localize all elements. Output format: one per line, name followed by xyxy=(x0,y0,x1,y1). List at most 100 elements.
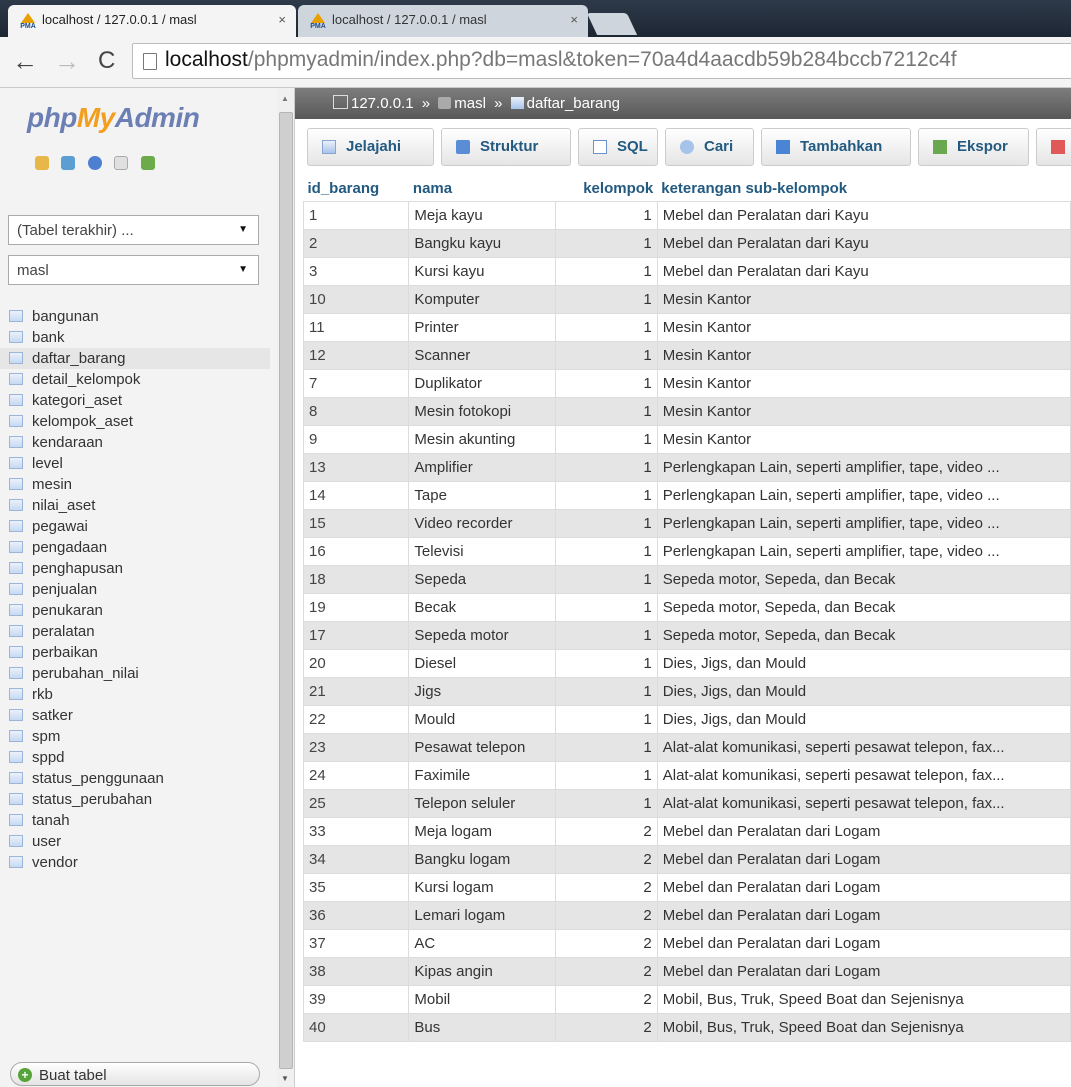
sidebar-table-label[interactable]: level xyxy=(32,455,63,472)
table-row[interactable]: 40 Bus 2 Mobil, Bus, Truk, Speed Boat dan S… xyxy=(302,1013,1071,1042)
cell-keterangan[interactable]: Dies, Jigs, dan Mould xyxy=(656,705,1071,734)
sidebar-table-level[interactable]: level xyxy=(0,453,270,474)
cell-id-barang[interactable]: 40 xyxy=(302,1013,410,1042)
documentation-icon[interactable] xyxy=(114,155,129,170)
cell-keterangan[interactable]: Mebel dan Peralatan dari Logam xyxy=(656,901,1071,930)
recent-tables-select[interactable]: (Tabel terakhir) ... ▼ xyxy=(8,215,259,245)
sidebar-table-label[interactable]: status_perubahan xyxy=(32,791,152,808)
table-icon[interactable] xyxy=(9,520,23,532)
cell-id-barang[interactable]: 39 xyxy=(302,985,410,1014)
cell-id-barang[interactable]: 36 xyxy=(302,901,410,930)
table-row[interactable]: 23 Pesawat telepon 1 Alat-alat komunikasi, … xyxy=(302,733,1071,762)
table-row[interactable]: 13 Amplifier 1 Perlengkapan Lain, seperti a… xyxy=(302,453,1071,482)
cell-id-barang[interactable]: 25 xyxy=(302,789,410,818)
cell-nama[interactable]: Becak xyxy=(408,593,556,622)
table-icon[interactable] xyxy=(9,793,23,805)
cell-keterangan[interactable]: Mesin Kantor xyxy=(656,313,1071,342)
table-row[interactable]: 20 Diesel 1 Dies, Jigs, dan Mould xyxy=(302,649,1071,678)
cell-id-barang[interactable]: 16 xyxy=(302,537,410,566)
table-row[interactable]: 12 Scanner 1 Mesin Kantor xyxy=(302,341,1071,370)
cell-id-barang[interactable]: 17 xyxy=(302,621,410,650)
cell-keterangan[interactable]: Mobil, Bus, Truk, Speed Boat dan Sejenis… xyxy=(656,985,1071,1014)
cell-keterangan[interactable]: Mesin Kantor xyxy=(656,285,1071,314)
table-icon[interactable] xyxy=(9,478,23,490)
cell-keterangan[interactable]: Sepeda motor, Sepeda, dan Becak xyxy=(656,621,1071,650)
sidebar-table-sppd[interactable]: sppd xyxy=(0,747,270,768)
sidebar-table-spm[interactable]: spm xyxy=(0,726,270,747)
table-icon[interactable] xyxy=(9,751,23,763)
sidebar-table-status-perubahan[interactable]: status_perubahan xyxy=(0,789,270,810)
scroll-up-icon[interactable]: ▲ xyxy=(281,94,289,103)
cell-nama[interactable]: Video recorder xyxy=(408,509,556,538)
cell-kelompok[interactable]: 1 xyxy=(555,593,658,622)
cell-keterangan[interactable]: Mesin Kantor xyxy=(656,397,1071,426)
sidebar-table-label[interactable]: daftar_barang xyxy=(32,350,125,367)
cell-keterangan[interactable]: Mesin Kantor xyxy=(656,425,1071,454)
cell-nama[interactable]: Pesawat telepon xyxy=(408,733,556,762)
cell-id-barang[interactable]: 37 xyxy=(302,929,410,958)
cell-kelompok[interactable]: 1 xyxy=(555,201,658,230)
cell-keterangan[interactable]: Mebel dan Peralatan dari Kayu xyxy=(656,229,1071,258)
sidebar-table-tanah[interactable]: tanah xyxy=(0,810,270,831)
table-icon[interactable] xyxy=(9,604,23,616)
table-icon[interactable] xyxy=(9,415,23,427)
cell-keterangan[interactable]: Mesin Kantor xyxy=(656,369,1071,398)
table-row[interactable]: 17 Sepeda motor 1 Sepeda motor, Sepeda, dan… xyxy=(302,621,1071,650)
cell-keterangan[interactable]: Mobil, Bus, Truk, Speed Boat dan Sejenis… xyxy=(656,1013,1071,1042)
sidebar-table-status-penggunaan[interactable]: status_penggunaan xyxy=(0,768,270,789)
cell-id-barang[interactable]: 12 xyxy=(302,341,410,370)
tab-search[interactable]: Cari xyxy=(665,128,754,166)
sidebar-table-kategori-aset[interactable]: kategori_aset xyxy=(0,390,270,411)
table-icon[interactable] xyxy=(9,499,23,511)
cell-id-barang[interactable]: 8 xyxy=(302,397,410,426)
table-icon[interactable] xyxy=(9,436,23,448)
table-row[interactable]: 1 Meja kayu 1 Mebel dan Peralatan dari Kayu xyxy=(302,201,1071,230)
sidebar-table-peralatan[interactable]: peralatan xyxy=(0,621,270,642)
close-tab-icon[interactable]: × xyxy=(278,12,286,27)
cell-id-barang[interactable]: 20 xyxy=(302,649,410,678)
sidebar-table-label[interactable]: peralatan xyxy=(32,623,95,640)
table-icon[interactable] xyxy=(9,562,23,574)
sidebar-table-pegawai[interactable]: pegawai xyxy=(0,516,270,537)
cell-keterangan[interactable]: Perlengkapan Lain, seperti amplifier, ta… xyxy=(656,481,1071,510)
column-header-kelompok[interactable]: kelompok xyxy=(555,175,658,202)
cell-keterangan[interactable]: Perlengkapan Lain, seperti amplifier, ta… xyxy=(656,453,1071,482)
sidebar-table-detail-kelompok[interactable]: detail_kelompok xyxy=(0,369,270,390)
sidebar-table-bank[interactable]: bank xyxy=(0,327,270,348)
cell-id-barang[interactable]: 24 xyxy=(302,761,410,790)
cell-kelompok[interactable]: 1 xyxy=(555,621,658,650)
browser-tab-2[interactable]: PMA localhost / 127.0.0.1 / masl × xyxy=(298,5,588,37)
sidebar-table-label[interactable]: kategori_aset xyxy=(32,392,122,409)
cell-nama[interactable]: Scanner xyxy=(408,341,556,370)
sidebar-table-label[interactable]: sppd xyxy=(32,749,65,766)
cell-nama[interactable]: Kursi logam xyxy=(408,873,556,902)
cell-keterangan[interactable]: Mebel dan Peralatan dari Kayu xyxy=(656,257,1071,286)
forward-arrow-icon[interactable]: → xyxy=(54,47,80,75)
tab-more[interactable] xyxy=(1036,128,1071,166)
cell-kelompok[interactable]: 1 xyxy=(555,761,658,790)
sidebar-table-pengadaan[interactable]: pengadaan xyxy=(0,537,270,558)
table-icon[interactable] xyxy=(9,709,23,721)
table-icon[interactable] xyxy=(9,688,23,700)
sidebar-table-label[interactable]: user xyxy=(32,833,61,850)
cell-keterangan[interactable]: Dies, Jigs, dan Mould xyxy=(656,649,1071,678)
sidebar-table-rkb[interactable]: rkb xyxy=(0,684,270,705)
sidebar-table-label[interactable]: perubahan_nilai xyxy=(32,665,139,682)
cell-nama[interactable]: Mesin akunting xyxy=(408,425,556,454)
browser-tab-1[interactable]: PMA localhost / 127.0.0.1 / masl × xyxy=(8,5,296,37)
cell-nama[interactable]: Meja kayu xyxy=(408,201,556,230)
cell-nama[interactable]: Jigs xyxy=(408,677,556,706)
sidebar-table-vendor[interactable]: vendor xyxy=(0,852,270,873)
scrollbar-thumb[interactable] xyxy=(279,112,293,1069)
settings-icon[interactable] xyxy=(140,155,155,170)
cell-keterangan[interactable]: Mebel dan Peralatan dari Logam xyxy=(656,929,1071,958)
home-icon[interactable] xyxy=(35,155,49,170)
cell-nama[interactable]: Televisi xyxy=(408,537,556,566)
breadcrumb-table[interactable]: daftar_barang xyxy=(527,95,620,112)
breadcrumb-database[interactable]: masl xyxy=(454,95,486,112)
cell-nama[interactable]: Sepeda xyxy=(408,565,556,594)
cell-kelompok[interactable]: 1 xyxy=(555,341,658,370)
table-row[interactable]: 36 Lemari logam 2 Mebel dan Peralatan dari … xyxy=(302,901,1071,930)
sidebar-table-label[interactable]: pengadaan xyxy=(32,539,107,556)
cell-nama[interactable]: Bangku logam xyxy=(408,845,556,874)
